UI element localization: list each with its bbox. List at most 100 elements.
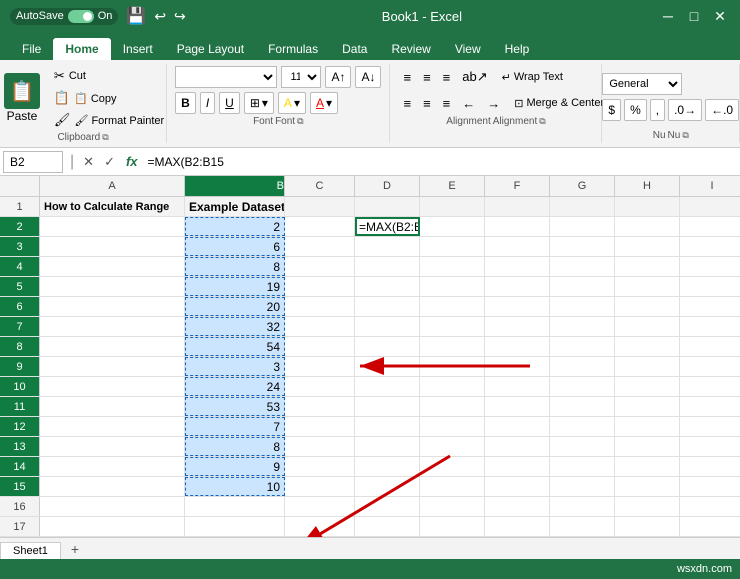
- cell-c12[interactable]: [285, 417, 355, 436]
- cell-f3[interactable]: [485, 237, 550, 256]
- cell-g6[interactable]: [550, 297, 615, 316]
- cell-g9[interactable]: [550, 357, 615, 376]
- cell-a3[interactable]: [40, 237, 185, 256]
- col-header-f[interactable]: F: [485, 176, 550, 196]
- cell-d4[interactable]: [355, 257, 420, 276]
- tab-home[interactable]: Home: [53, 38, 110, 60]
- cell-e2[interactable]: [420, 217, 485, 236]
- cell-i9[interactable]: [680, 357, 740, 376]
- cell-f13[interactable]: [485, 437, 550, 456]
- percent-format-button[interactable]: %: [624, 99, 647, 121]
- cell-b5[interactable]: 19: [185, 277, 285, 296]
- decrease-font-button[interactable]: A↓: [355, 66, 381, 88]
- cell-a6[interactable]: [40, 297, 185, 316]
- cell-d12[interactable]: [355, 417, 420, 436]
- cell-a2[interactable]: [40, 217, 185, 236]
- cell-i1[interactable]: [680, 197, 740, 216]
- col-header-i[interactable]: I: [680, 176, 740, 196]
- cell-c10[interactable]: [285, 377, 355, 396]
- fill-color-button[interactable]: A▾: [278, 92, 306, 114]
- cell-f4[interactable]: [485, 257, 550, 276]
- cell-d5[interactable]: [355, 277, 420, 296]
- cell-c6[interactable]: [285, 297, 355, 316]
- cell-e4[interactable]: [420, 257, 485, 276]
- cell-e7[interactable]: [420, 317, 485, 336]
- clipboard-expand-icon[interactable]: ⧉: [102, 132, 108, 143]
- cell-i14[interactable]: [680, 457, 740, 476]
- cell-g16[interactable]: [550, 497, 615, 516]
- cell-d14[interactable]: [355, 457, 420, 476]
- cell-f1[interactable]: [485, 197, 550, 216]
- italic-button[interactable]: I: [200, 92, 215, 114]
- cell-g14[interactable]: [550, 457, 615, 476]
- cell-c11[interactable]: [285, 397, 355, 416]
- cell-a15[interactable]: [40, 477, 185, 496]
- cell-b10[interactable]: 24: [185, 377, 285, 396]
- increase-font-button[interactable]: A↑: [325, 66, 351, 88]
- align-bottom-center-button[interactable]: ≡: [418, 92, 436, 114]
- cell-c1[interactable]: [285, 197, 355, 216]
- align-bottom-right-button[interactable]: ≡: [438, 92, 456, 114]
- cell-b1[interactable]: Example Dataset: [185, 197, 285, 216]
- cell-e8[interactable]: [420, 337, 485, 356]
- cell-i17[interactable]: [680, 517, 740, 536]
- cell-e15[interactable]: [420, 477, 485, 496]
- cell-e17[interactable]: [420, 517, 485, 536]
- cell-d3[interactable]: [355, 237, 420, 256]
- align-top-center-button[interactable]: ≡: [418, 66, 436, 88]
- cell-d2[interactable]: =MAX(B2:B15 MAX(number1, [number2], ...): [355, 217, 420, 236]
- cell-g1[interactable]: [550, 197, 615, 216]
- cell-c5[interactable]: [285, 277, 355, 296]
- cell-i3[interactable]: [680, 237, 740, 256]
- cell-b6[interactable]: 20: [185, 297, 285, 316]
- cell-h14[interactable]: [615, 457, 680, 476]
- cell-h12[interactable]: [615, 417, 680, 436]
- sheet-tab-1[interactable]: Sheet1: [0, 542, 61, 559]
- cell-d7[interactable]: [355, 317, 420, 336]
- cancel-formula-button[interactable]: ✕: [78, 152, 99, 172]
- cell-f8[interactable]: [485, 337, 550, 356]
- cell-d10[interactable]: [355, 377, 420, 396]
- cell-a7[interactable]: [40, 317, 185, 336]
- cell-a9[interactable]: [40, 357, 185, 376]
- orientation-button[interactable]: ab↗: [457, 66, 492, 88]
- cell-i7[interactable]: [680, 317, 740, 336]
- cell-g3[interactable]: [550, 237, 615, 256]
- font-expand-icon[interactable]: ⧉: [297, 116, 303, 127]
- cell-a13[interactable]: [40, 437, 185, 456]
- formula-input[interactable]: [144, 153, 740, 171]
- cell-g10[interactable]: [550, 377, 615, 396]
- cell-i13[interactable]: [680, 437, 740, 456]
- font-name-select[interactable]: [175, 66, 277, 88]
- alignment-expand-icon[interactable]: ⧉: [539, 116, 545, 127]
- cell-c14[interactable]: [285, 457, 355, 476]
- cell-b7[interactable]: 32: [185, 317, 285, 336]
- cell-i6[interactable]: [680, 297, 740, 316]
- cell-f12[interactable]: [485, 417, 550, 436]
- cell-f16[interactable]: [485, 497, 550, 516]
- cell-e1[interactable]: [420, 197, 485, 216]
- cell-a8[interactable]: [40, 337, 185, 356]
- cell-a16[interactable]: [40, 497, 185, 516]
- cell-a5[interactable]: [40, 277, 185, 296]
- col-header-d[interactable]: D: [355, 176, 420, 196]
- decimal-decrease-button[interactable]: ←.0: [705, 99, 739, 121]
- cell-h4[interactable]: [615, 257, 680, 276]
- cell-c17[interactable]: [285, 517, 355, 536]
- cell-i11[interactable]: [680, 397, 740, 416]
- cell-b16[interactable]: [185, 497, 285, 516]
- cell-c13[interactable]: [285, 437, 355, 456]
- format-painter-button[interactable]: 🖌 🖌 Format Painter: [50, 110, 168, 130]
- borders-button[interactable]: ⊞▾: [244, 92, 274, 114]
- cell-d6[interactable]: [355, 297, 420, 316]
- undo-icon[interactable]: ↩: [154, 8, 166, 25]
- cell-b8[interactable]: 54: [185, 337, 285, 356]
- cell-f5[interactable]: [485, 277, 550, 296]
- cell-c4[interactable]: [285, 257, 355, 276]
- cell-i8[interactable]: [680, 337, 740, 356]
- cell-b2[interactable]: 2: [185, 217, 285, 236]
- cell-d8[interactable]: [355, 337, 420, 356]
- cell-f10[interactable]: [485, 377, 550, 396]
- cell-c8[interactable]: [285, 337, 355, 356]
- cell-h1[interactable]: [615, 197, 680, 216]
